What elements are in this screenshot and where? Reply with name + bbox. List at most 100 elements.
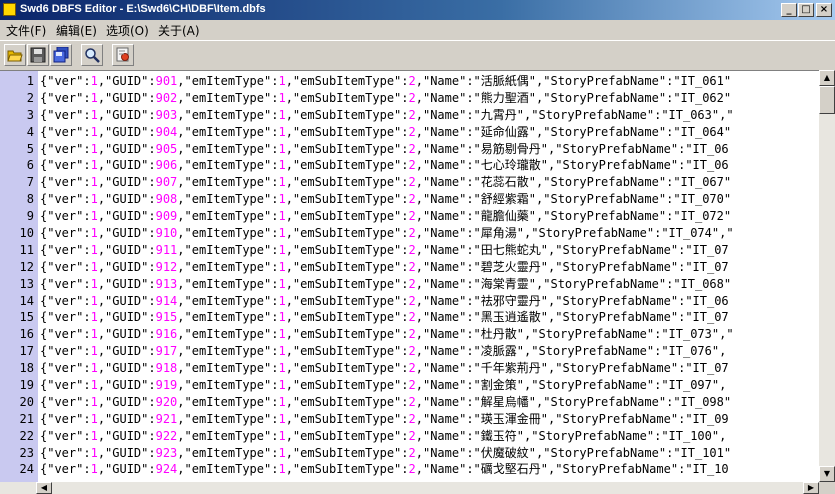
code-line: 16 {"ver":1,"GUID":916,"emItemType":1,"em… [0,326,819,343]
line-code: {"ver":1,"GUID":918,"emItemType":1,"emSu… [40,361,729,376]
code-line: 11 {"ver":1,"GUID":911,"emItemType":1,"em… [0,242,819,259]
line-code: {"ver":1,"GUID":909,"emItemType":1,"emSu… [40,209,732,224]
code-line: 12 {"ver":1,"GUID":912,"emItemType":1,"em… [0,259,819,276]
code-line: 20 {"ver":1,"GUID":920,"emItemType":1,"em… [0,394,819,411]
code-line: 22 {"ver":1,"GUID":922,"emItemType":1,"em… [0,428,819,445]
line-code: {"ver":1,"GUID":910,"emItemType":1,"emSu… [40,226,734,241]
scroll-up-button[interactable]: ▲ [819,70,835,86]
code-line: 1 {"ver":1,"GUID":901,"emItemType":1,"emS… [0,73,819,90]
line-code: {"ver":1,"GUID":914,"emItemType":1,"emSu… [40,293,729,308]
line-number: 8 [26,192,34,207]
line-code: {"ver":1,"GUID":907,"emItemType":1,"emSu… [40,175,732,190]
menu-options[interactable]: 选项(O) [106,22,149,39]
line-code: {"ver":1,"GUID":901,"emItemType":1,"emSu… [40,74,732,88]
save-button[interactable] [27,44,49,66]
disk-icon [30,47,46,63]
disks-icon [53,47,69,63]
minimize-button[interactable]: _ [781,3,797,17]
scroll-left-button[interactable]: ◀ [36,482,52,494]
code-line: 24 {"ver":1,"GUID":924,"emItemType":1,"em… [0,461,819,478]
line-number: 21 [19,411,34,426]
folder-open-icon [7,50,23,62]
line-number: 6 [26,158,34,173]
code-line: 19 {"ver":1,"GUID":919,"emItemType":1,"em… [0,377,819,394]
line-number: 4 [26,124,34,139]
open-button[interactable] [4,44,26,66]
line-number: 14 [19,293,34,308]
line-code: {"ver":1,"GUID":921,"emItemType":1,"emSu… [40,411,729,426]
line-number: 19 [19,378,34,393]
toolbar [0,40,835,71]
scrollbar-corner [819,482,835,494]
code-line: 18 {"ver":1,"GUID":918,"emItemType":1,"em… [0,360,819,377]
text-editor[interactable]: 1 {"ver":1,"GUID":901,"emItemType":1,"emS… [0,70,819,483]
code-line: 3 {"ver":1,"GUID":903,"emItemType":1,"emS… [0,107,819,124]
code-lines: 1 {"ver":1,"GUID":901,"emItemType":1,"emS… [0,73,819,478]
line-number: 15 [19,310,34,325]
vertical-scrollbar[interactable]: ▲ ▼ [819,70,835,482]
code-line: 23 {"ver":1,"GUID":923,"emItemType":1,"em… [0,445,819,462]
line-number: 12 [19,259,34,274]
code-line: 7 {"ver":1,"GUID":907,"emItemType":1,"emS… [0,174,819,191]
line-number: 23 [19,445,34,460]
menu-bar: 文件(F) 编辑(E) 选项(O) 关于(A) [0,20,835,39]
scroll-right-button[interactable]: ▶ [803,482,819,494]
code-line: 6 {"ver":1,"GUID":906,"emItemType":1,"emS… [0,157,819,174]
line-number: 16 [19,327,34,342]
menu-edit[interactable]: 编辑(E) [56,22,97,39]
settings-button[interactable] [112,44,134,66]
app-icon [3,3,16,16]
line-number: 3 [26,107,34,122]
line-code: {"ver":1,"GUID":913,"emItemType":1,"emSu… [40,276,732,291]
line-code: {"ver":1,"GUID":917,"emItemType":1,"emSu… [40,344,727,359]
line-number: 11 [19,242,34,257]
gear-icon [116,47,129,62]
code-line: 8 {"ver":1,"GUID":908,"emItemType":1,"emS… [0,191,819,208]
line-number: 2 [26,90,34,105]
window-title: Swd6 DBFS Editor - E:\Swd6\CH\DBF\Item.d… [20,3,266,15]
code-line: 14 {"ver":1,"GUID":914,"emItemType":1,"em… [0,293,819,310]
line-number: 20 [19,394,34,409]
code-line: 4 {"ver":1,"GUID":904,"emItemType":1,"emS… [0,124,819,141]
code-line: 17 {"ver":1,"GUID":917,"emItemType":1,"em… [0,343,819,360]
line-number: 10 [19,226,34,241]
code-line: 2 {"ver":1,"GUID":902,"emItemType":1,"emS… [0,90,819,107]
menu-about[interactable]: 关于(A) [158,22,200,39]
find-button[interactable] [81,44,103,66]
maximize-button[interactable]: □ [798,3,814,17]
line-number: 24 [19,462,34,477]
line-number: 1 [26,74,34,88]
line-number: 22 [19,428,34,443]
line-code: {"ver":1,"GUID":906,"emItemType":1,"emSu… [40,158,729,173]
line-code: {"ver":1,"GUID":905,"emItemType":1,"emSu… [40,141,729,156]
code-line: 13 {"ver":1,"GUID":913,"emItemType":1,"em… [0,276,819,293]
line-code: {"ver":1,"GUID":903,"emItemType":1,"emSu… [40,107,734,122]
line-number: 18 [19,361,34,376]
title-bar: Swd6 DBFS Editor - E:\Swd6\CH\DBF\Item.d… [0,0,835,20]
menu-file[interactable]: 文件(F) [6,22,46,39]
line-number: 17 [19,344,34,359]
line-code: {"ver":1,"GUID":911,"emItemType":1,"emSu… [40,242,729,257]
line-code: {"ver":1,"GUID":908,"emItemType":1,"emSu… [40,192,732,207]
line-code: {"ver":1,"GUID":916,"emItemType":1,"emSu… [40,327,734,342]
save-all-button[interactable] [50,44,72,66]
close-button[interactable]: × [816,3,832,17]
line-code: {"ver":1,"GUID":904,"emItemType":1,"emSu… [40,124,732,139]
code-line: 10 {"ver":1,"GUID":910,"emItemType":1,"em… [0,225,819,242]
line-code: {"ver":1,"GUID":922,"emItemType":1,"emSu… [40,428,727,443]
code-line: 9 {"ver":1,"GUID":909,"emItemType":1,"emS… [0,208,819,225]
line-number: 9 [26,209,34,224]
line-code: {"ver":1,"GUID":924,"emItemType":1,"emSu… [40,462,729,477]
code-line: 15 {"ver":1,"GUID":915,"emItemType":1,"em… [0,309,819,326]
line-code: {"ver":1,"GUID":912,"emItemType":1,"emSu… [40,259,729,274]
magnifier-icon [85,48,100,63]
horizontal-scrollbar[interactable]: ◀ ▶ [0,482,819,494]
code-line: 5 {"ver":1,"GUID":905,"emItemType":1,"emS… [0,141,819,158]
vertical-scroll-thumb[interactable] [819,86,835,114]
line-code: {"ver":1,"GUID":902,"emItemType":1,"emSu… [40,90,732,105]
line-code: {"ver":1,"GUID":920,"emItemType":1,"emSu… [40,394,732,409]
line-number: 7 [26,175,34,190]
scroll-down-button[interactable]: ▼ [819,466,835,482]
line-number: 5 [26,141,34,156]
line-code: {"ver":1,"GUID":915,"emItemType":1,"emSu… [40,310,729,325]
